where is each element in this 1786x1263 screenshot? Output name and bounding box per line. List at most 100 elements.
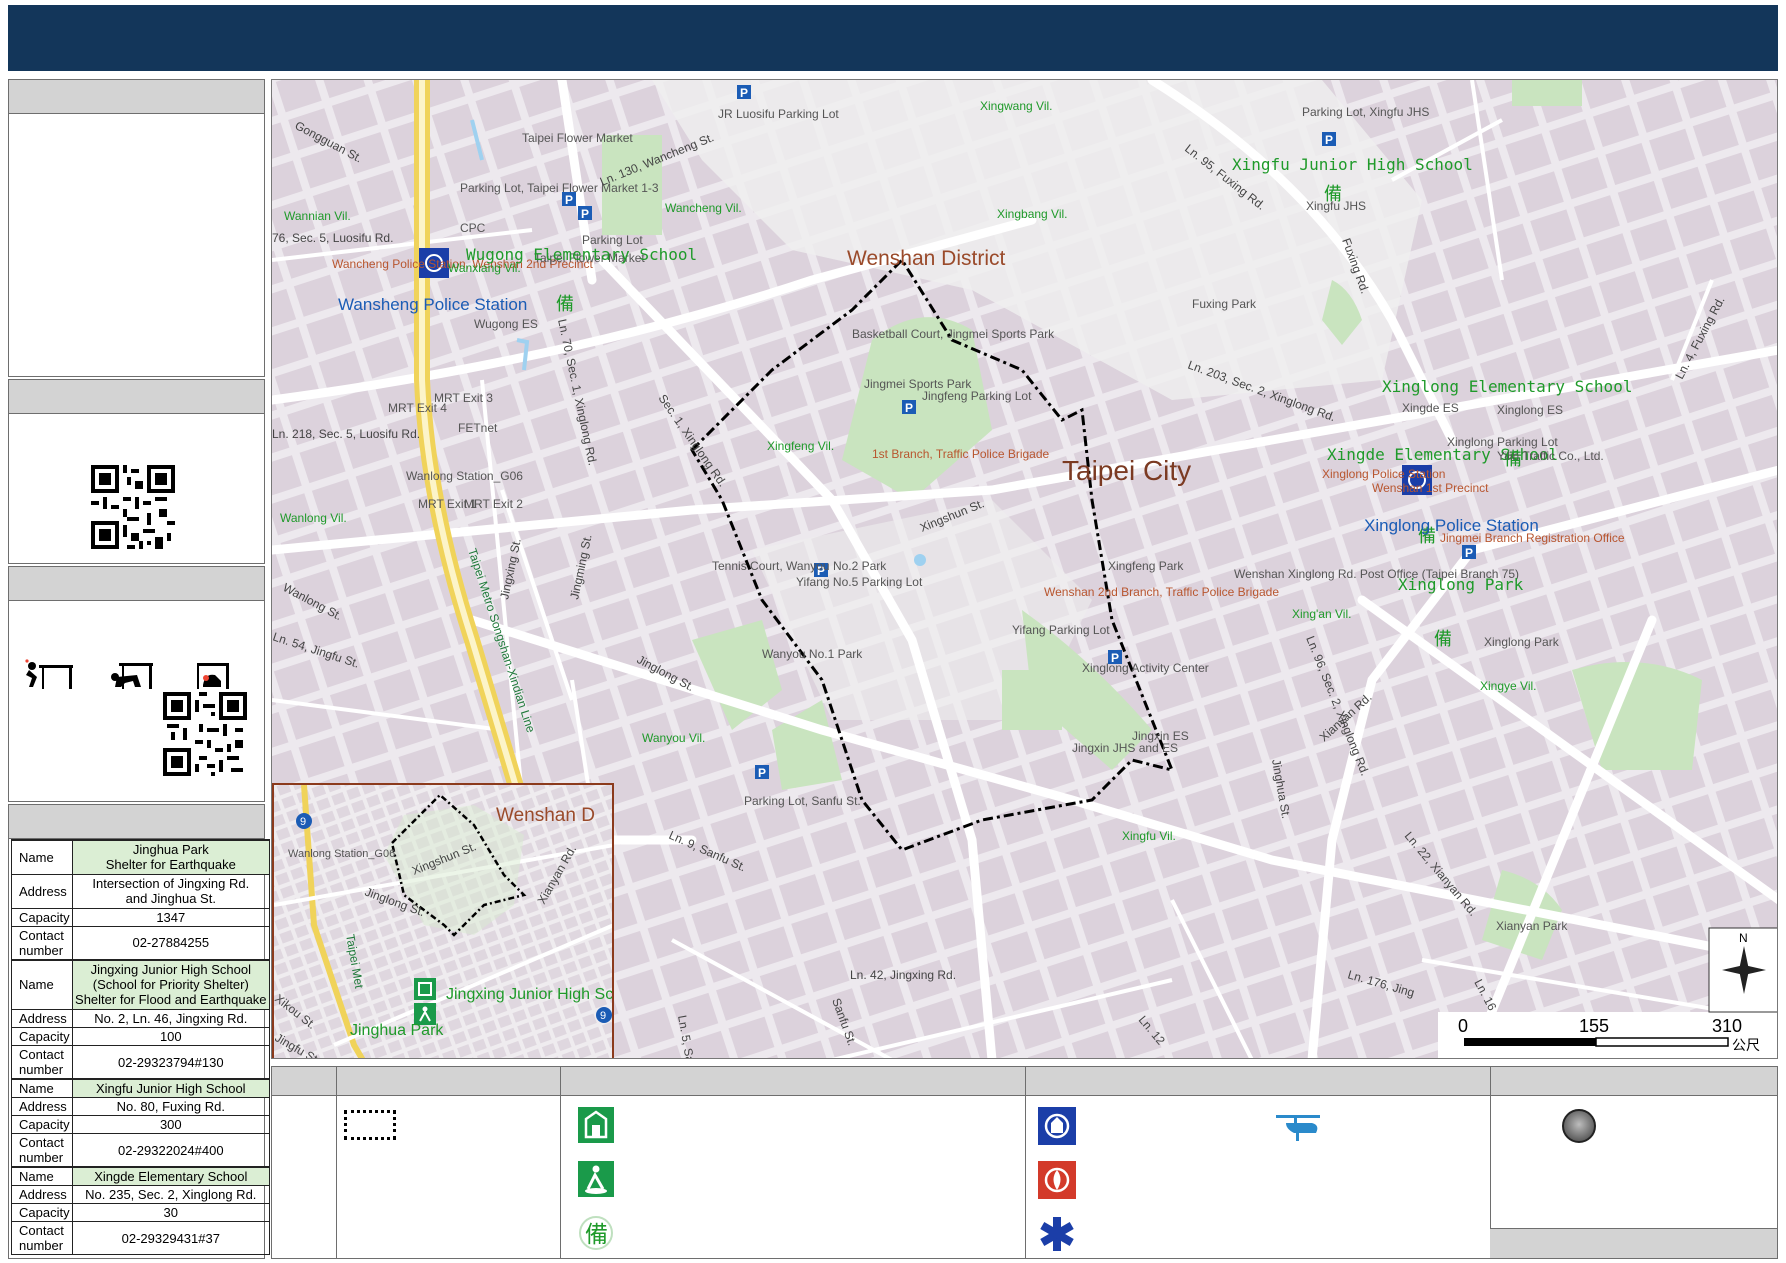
- place-label: Xinglong Park: [1398, 575, 1524, 594]
- svg-text:P: P: [1325, 133, 1333, 147]
- place-label: Wenshan 2nd Branch, Traffic Police Briga…: [1044, 585, 1279, 599]
- place-label: Ln. 218, Sec. 5, Luosifu Rd.: [272, 427, 420, 441]
- svg-text:Wanlong Station_G06: Wanlong Station_G06: [288, 848, 395, 860]
- shelter-name: Xingfu Junior High School: [71, 1078, 271, 1098]
- shelter-table: Name Jinghua Park Shelter for Earthquake …: [11, 839, 271, 1255]
- svg-text:P: P: [758, 766, 766, 780]
- shelter-contact: 02-29329431#37: [71, 1221, 271, 1255]
- place-label: Parking Lot, Xingfu JHS: [1302, 105, 1429, 119]
- scale-label: 0: [1458, 1016, 1468, 1036]
- place-label: 1st Branch, Traffic Police Brigade: [872, 447, 1050, 461]
- legend-footer: [1490, 1228, 1777, 1258]
- place-label: JR Luosifu Parking Lot: [718, 107, 839, 121]
- place-label: Xinglong Parking Lot: [1447, 435, 1558, 449]
- table-row: Name Xingde Elementary School: [11, 1166, 271, 1186]
- svg-text:P: P: [565, 193, 573, 207]
- parking-icon[interactable]: P: [1322, 132, 1336, 147]
- place-label: Xingde ES: [1402, 401, 1459, 415]
- shelter-capacity: 100: [71, 1027, 271, 1046]
- svg-text:P: P: [905, 401, 913, 415]
- table-row: Capacity 30: [11, 1203, 271, 1222]
- address-label: Address: [11, 1009, 73, 1028]
- place-label: Wanyou Vil.: [642, 731, 705, 745]
- shelter-contact: 02-29323794#130: [71, 1045, 271, 1080]
- place-label: Wanlong Vil.: [280, 511, 347, 525]
- capacity-label: Capacity: [11, 1203, 73, 1222]
- place-label: FETnet: [458, 421, 498, 435]
- drop-under-table-icon: [25, 659, 73, 689]
- place-label: Xingfeng Park: [1108, 559, 1184, 573]
- main-map[interactable]: P P P P P P P P P 備 備 備 備 備 Wenshan Dist…: [271, 79, 1778, 1059]
- place-label: CPC: [460, 221, 486, 235]
- scale-label: 310: [1712, 1016, 1742, 1036]
- boundary-legend-icon: [344, 1110, 396, 1140]
- svg-text:P: P: [581, 207, 589, 221]
- qr-code-icon[interactable]: [91, 465, 175, 549]
- inset-map[interactable]: 9 9 Wenshan D Wanlong Station_G06 Xingsh…: [272, 783, 614, 1058]
- place-label: Xingfu JHS: [1306, 199, 1366, 213]
- place-label: Wenshan 1st Precinct: [1372, 481, 1489, 495]
- shelter-address: No. 235, Sec. 2, Xinglong Rd.: [71, 1185, 271, 1204]
- svg-text:備: 備: [1434, 629, 1452, 650]
- place-label: Xinglong Activity Center: [1082, 661, 1209, 675]
- safety-panel: [8, 566, 265, 802]
- shelter-building-icon: [578, 1107, 614, 1143]
- shelter-capacity: 300: [71, 1115, 271, 1134]
- capacity-label: Capacity: [11, 907, 73, 927]
- gray-circle-icon: [1562, 1109, 1596, 1143]
- scale-bar: 0 155 310 公尺: [1438, 1012, 1777, 1058]
- shelter-capacity: 30: [71, 1203, 271, 1222]
- table-row: Contact number 02-29322024#400: [11, 1133, 271, 1168]
- svg-text:P: P: [740, 86, 748, 100]
- safety-qr-code-icon[interactable]: [163, 692, 247, 776]
- shelter-name: Jinghua Park Shelter for Earthquake: [71, 839, 271, 875]
- shelter-building-icon: [414, 978, 436, 1000]
- place-label: Yifang Parking Lot: [1012, 623, 1110, 637]
- name-label: Name: [11, 839, 73, 875]
- legend-column: [560, 1067, 561, 1258]
- parking-icon[interactable]: P: [578, 206, 592, 221]
- shelter-panel: Name Jinghua Park Shelter for Earthquake …: [8, 804, 271, 1259]
- place-label: 76, Sec. 5, Luosifu Rd.: [272, 231, 393, 245]
- parking-icon[interactable]: P: [902, 400, 916, 415]
- place-label: Taipei Flower Market: [522, 131, 633, 145]
- table-row: Address No. 2, Ln. 46, Jingxing Rd.: [11, 1009, 271, 1028]
- place-label: Xinglong Elementary School: [1382, 377, 1632, 396]
- place-label: Fuxing Park: [1192, 297, 1257, 311]
- table-row: Capacity 1347: [11, 907, 271, 927]
- table-row: Capacity 300: [11, 1115, 271, 1134]
- location-panel-header: [9, 80, 264, 114]
- svg-text:9: 9: [300, 816, 306, 828]
- place-label: Wanyou No.1 Park: [762, 647, 863, 661]
- shelter-name: Jingxing Junior High School (School for P…: [71, 958, 271, 1010]
- legend-column: [1025, 1067, 1026, 1258]
- legend-column: [336, 1067, 337, 1258]
- shelter-contact: 02-29322024#400: [71, 1133, 271, 1168]
- place-label: Xingfu Vil.: [1122, 829, 1176, 843]
- place-label: Basketball Court, Jingmei Sports Park: [852, 327, 1055, 341]
- parking-icon[interactable]: P: [1462, 545, 1476, 560]
- city-label: Taipei City: [1062, 455, 1191, 486]
- place-label: Parking Lot, Taipei Flower Market 1-3: [460, 181, 659, 195]
- place-label: Wanxiang Vil.: [448, 261, 521, 275]
- table-row: Contact number 02-29323794#130: [11, 1045, 271, 1080]
- place-label: Yilin Traffic Co., Ltd.: [1497, 449, 1604, 463]
- table-row: Address Intersection of Jingxing Rd. and …: [11, 873, 271, 909]
- svg-text:Wenshan D: Wenshan D: [496, 805, 595, 826]
- scale-label: 155: [1579, 1016, 1609, 1036]
- place-label: MRT Exit 3: [434, 391, 493, 405]
- shelter-address: Intersection of Jingxing Rd. and Jinghua …: [71, 873, 271, 909]
- parking-icon[interactable]: P: [755, 765, 769, 780]
- name-label: Name: [11, 1166, 73, 1186]
- place-label: Xingye Vil.: [1480, 679, 1536, 693]
- place-label: Ln. 42, Jingxing Rd.: [850, 968, 956, 982]
- svg-text:Jinghua Park: Jinghua Park: [350, 1022, 444, 1039]
- header-bar: [8, 5, 1778, 71]
- place-label: Xinglong Police Station: [1364, 516, 1539, 535]
- safety-panel-header: [9, 567, 264, 601]
- place-label: Xing'an Vil.: [1292, 607, 1351, 621]
- svg-text:備: 備: [556, 294, 574, 315]
- svg-text:Jingxing Junior High School: Jingxing Junior High School: [446, 986, 614, 1003]
- parking-icon[interactable]: P: [737, 85, 751, 100]
- table-row: Address No. 235, Sec. 2, Xinglong Rd.: [11, 1185, 271, 1204]
